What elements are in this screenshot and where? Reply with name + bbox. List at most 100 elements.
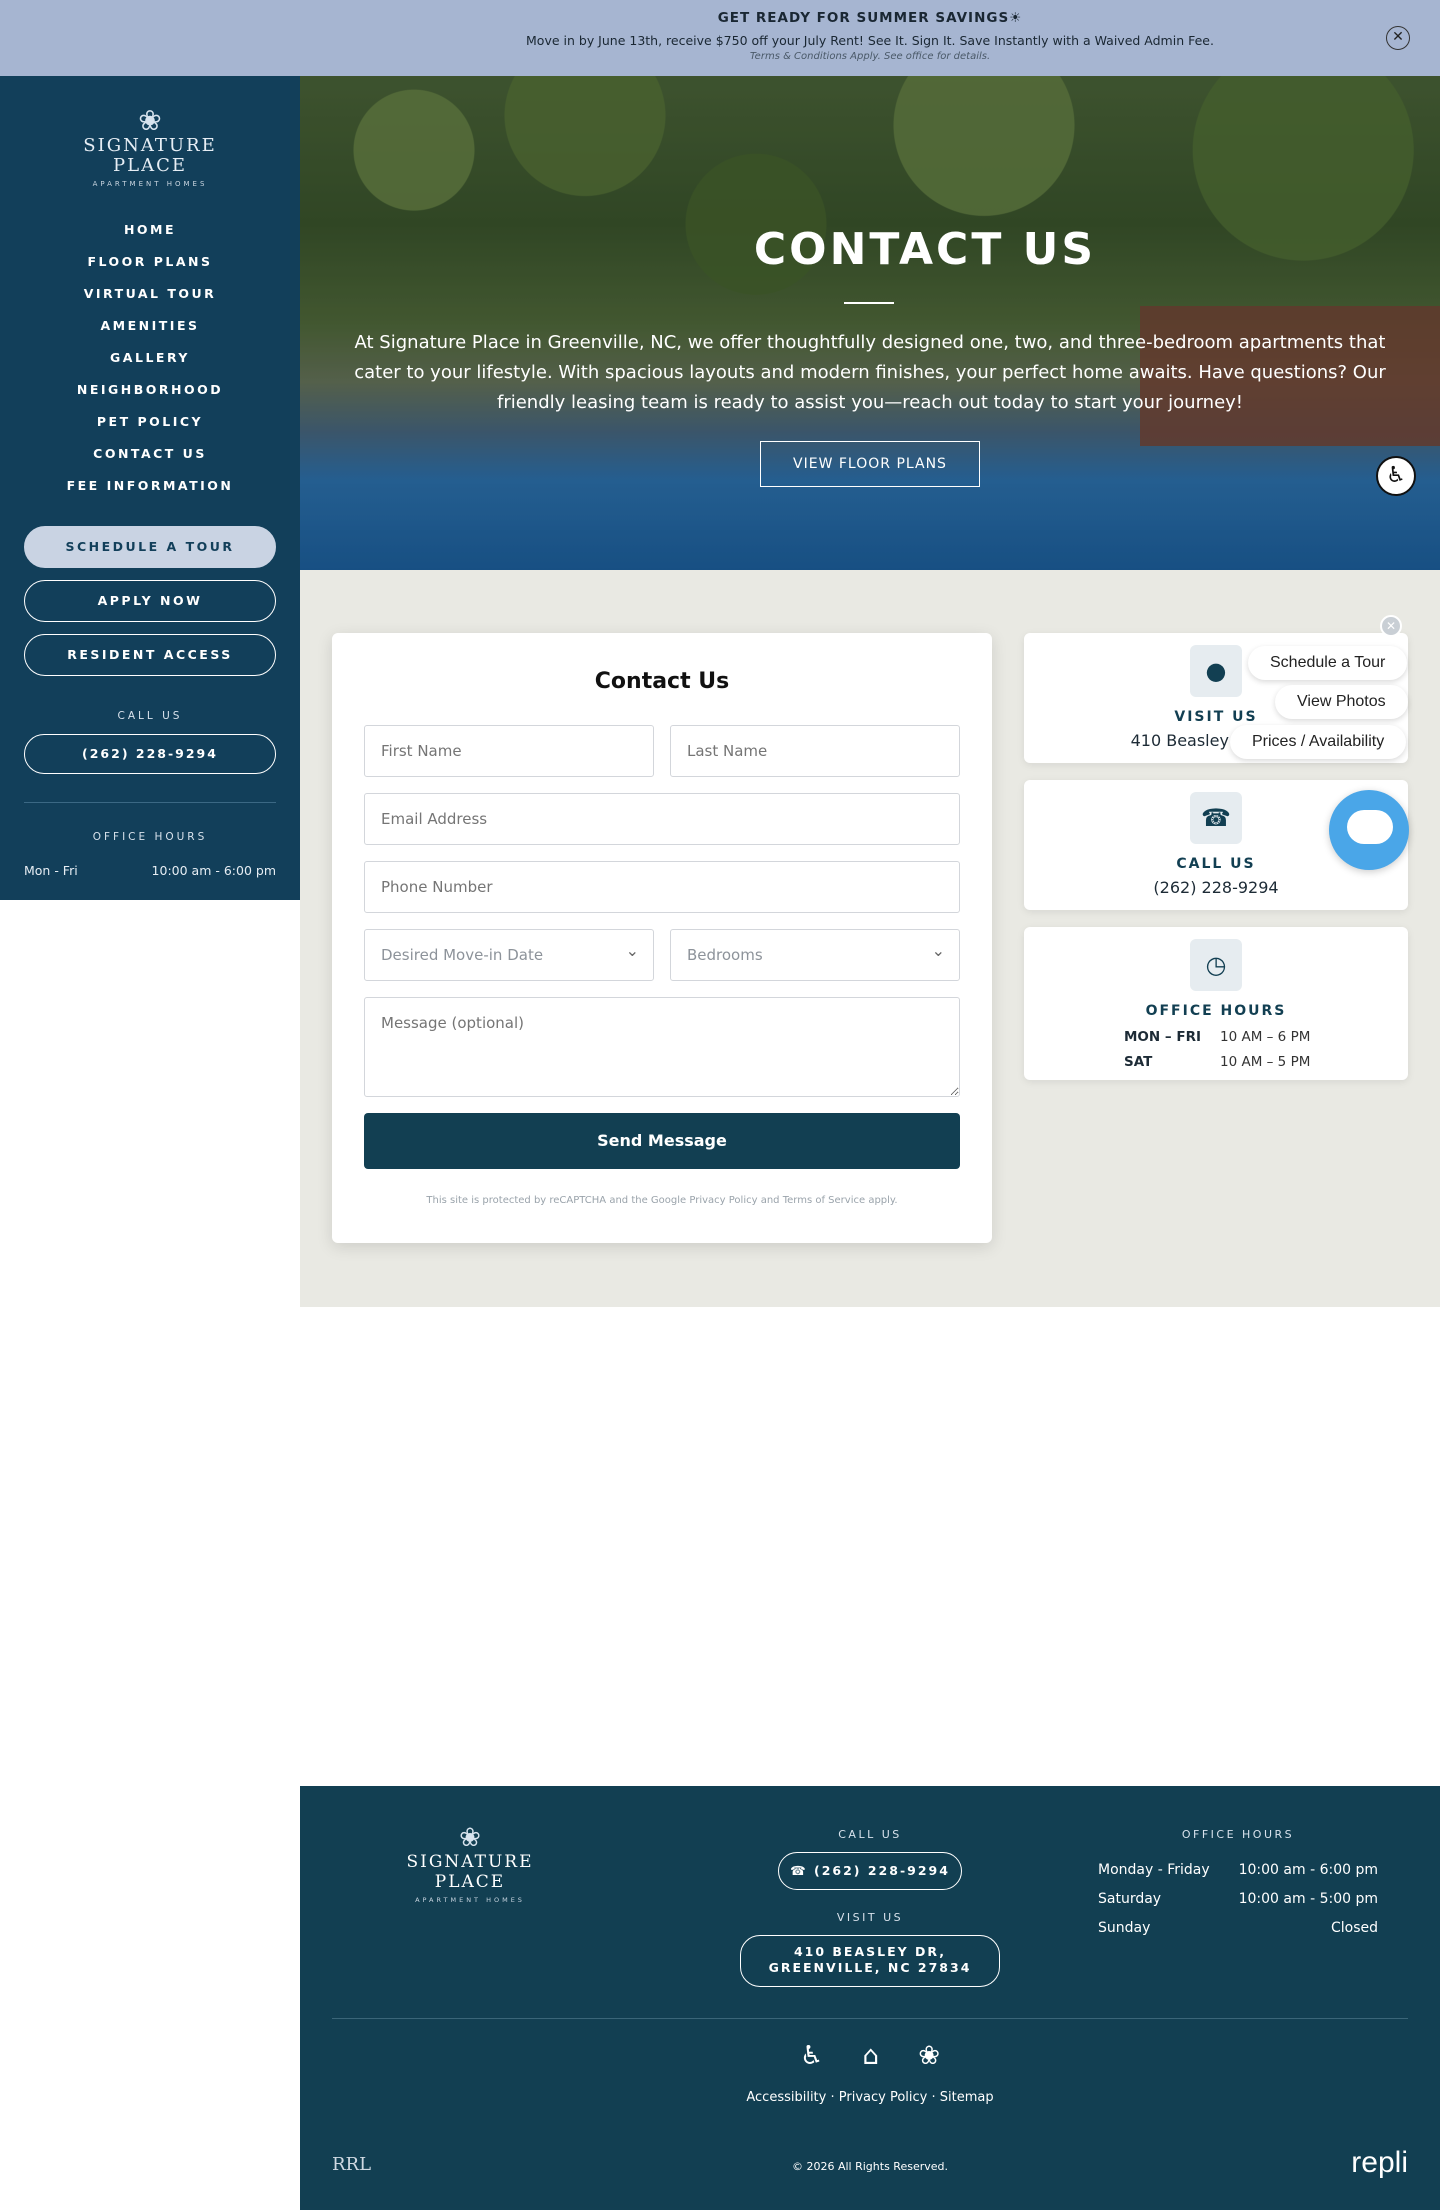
footer-visit-label: VISIT US xyxy=(836,1911,904,1924)
repli-logo[interactable]: repli xyxy=(1351,2146,1408,2180)
nav-contact-us[interactable]: CONTACT US xyxy=(0,438,300,470)
hero-overlay xyxy=(300,76,1440,570)
footer-logo-line2: PLACE xyxy=(434,1872,506,1892)
footer-links: Accessibility · Privacy Policy · Sitemap xyxy=(300,2090,1440,2105)
footer-phone-text: (262) 228-9294 xyxy=(813,1863,950,1878)
resident-access-button[interactable]: RESIDENT ACCESS xyxy=(24,634,276,676)
move-in-date-select[interactable]: Desired Move-in Date xyxy=(364,926,654,981)
footer-lotus-icon: ❀ xyxy=(459,1823,481,1853)
footer: ❀ SIGNATURE PLACE APARTMENT HOMES CALL U… xyxy=(300,1786,1440,2210)
view-floor-plans-button[interactable]: VIEW FLOOR PLANS xyxy=(760,441,980,487)
footer-hours-day: Monday - Friday xyxy=(1098,1862,1210,1878)
wheelchair-accessibility-icon: ♿ xyxy=(800,2041,824,2071)
footer-hours-row: Monday - Friday 10:00 am - 6:00 pm xyxy=(1098,1856,1378,1885)
footer-icons: ♿ ⌂ ❀ xyxy=(800,2041,940,2071)
office-hours-card-label: OFFICE HOURS xyxy=(1145,1003,1287,1019)
footer-address-button[interactable]: 410 BEASLEY DR, GREENVILLE, NC 27834 xyxy=(740,1935,1000,1987)
schedule-tour-button[interactable]: SCHEDULE A TOUR xyxy=(24,526,276,568)
logo-line1: SIGNATURE xyxy=(83,135,217,156)
privacy-policy-link[interactable]: Privacy Policy xyxy=(689,1195,757,1206)
footer-hours-row: Sunday Closed xyxy=(1098,1914,1378,1943)
nav-neighborhood[interactable]: NEIGHBORHOOD xyxy=(0,374,300,406)
privacy-policy-footer-link[interactable]: Privacy Policy xyxy=(839,2090,928,2105)
hours-row-day: SAT xyxy=(1124,1054,1153,1070)
call-us-card-phone[interactable]: (262) 228-9294 xyxy=(1024,878,1408,897)
recaptcha-apply: apply. xyxy=(868,1195,898,1206)
location-pin-icon: ● xyxy=(1190,645,1242,697)
footer-hours-day: Saturday xyxy=(1098,1891,1162,1907)
lotus-icon: ❀ xyxy=(138,104,162,137)
footer-address-line2: GREENVILLE, NC 27834 xyxy=(768,1960,972,1975)
hero-text: At Signature Place in Greenville, NC, we… xyxy=(354,332,1386,413)
footer-call-label: CALL US xyxy=(838,1828,902,1841)
sitemap-link[interactable]: Sitemap xyxy=(940,2090,994,2105)
nav-home[interactable]: HOME xyxy=(0,214,300,246)
footer-address-line1: 410 BEASLEY DR, xyxy=(793,1944,947,1959)
accessibility-icon[interactable]: ♿ xyxy=(1376,456,1416,496)
form-title: Contact Us xyxy=(594,669,730,694)
first-name-field[interactable] xyxy=(364,725,654,777)
office-hours-card: ◷ OFFICE HOURS MON – FRI 10 AM – 6 PM SA… xyxy=(1024,927,1408,1080)
phone-icon: ☎ xyxy=(1190,792,1242,844)
footer-hours-day: Sunday xyxy=(1098,1920,1151,1936)
apply-now-button[interactable]: APPLY NOW xyxy=(24,580,276,622)
schedule-tour-pill[interactable]: Schedule a Tour xyxy=(1248,646,1408,680)
phone-field[interactable] xyxy=(364,861,960,913)
hours-row-time: 10 AM – 6 PM xyxy=(1220,1029,1311,1045)
hours-day: Mon - Fri xyxy=(24,863,78,878)
contact-section: Contact Us Desired Move-in Date Bedrooms… xyxy=(300,570,1440,1307)
accessibility-link[interactable]: Accessibility xyxy=(746,2090,826,2105)
hours-row-day: MON – FRI xyxy=(1124,1029,1201,1045)
hero-title: CONTACT US xyxy=(753,224,1097,275)
footer-hours-time: Closed xyxy=(1330,1920,1378,1936)
sidebar-logo[interactable]: ❀ SIGNATURE PLACE APARTMENT HOMES xyxy=(0,76,300,189)
nav-virtual-tour[interactable]: VIRTUAL TOUR xyxy=(0,278,300,310)
footer-hours-label: OFFICE HOURS xyxy=(1181,1828,1295,1841)
last-name-field[interactable] xyxy=(670,725,960,777)
footer-phone-button[interactable]: ☎ (262) 228-9294 xyxy=(778,1852,962,1890)
nav-amenities[interactable]: AMENITIES xyxy=(0,310,300,342)
footer-hours-time: 10:00 am - 5:00 pm xyxy=(1238,1891,1378,1907)
footer-logo-tagline: APARTMENT HOMES xyxy=(415,1896,525,1904)
clock-icon: ◷ xyxy=(1190,939,1242,991)
banner-text: Move in by June 13th, receive $750 off y… xyxy=(526,33,1214,48)
sidebar: ❀ SIGNATURE PLACE APARTMENT HOMES HOME F… xyxy=(0,0,300,900)
footer-hours-row: Saturday 10:00 am - 5:00 pm xyxy=(1098,1885,1378,1914)
nav-floor-plans[interactable]: FLOOR PLANS xyxy=(0,246,300,278)
footer-logo[interactable]: ❀ SIGNATURE PLACE APARTMENT HOMES xyxy=(400,1824,540,1904)
bedrooms-select[interactable]: Bedrooms xyxy=(670,926,960,981)
sidebar-hours-row: Mon - Fri 10:00 am - 6:00 pm xyxy=(0,863,300,878)
sidebar-phone-button[interactable]: (262) 228-9294 xyxy=(24,734,276,774)
widget-close-icon[interactable]: ✕ xyxy=(1380,615,1402,637)
contact-form-card: Contact Us Desired Move-in Date Bedrooms… xyxy=(332,633,992,1243)
nav-pet-policy[interactable]: PET POLICY xyxy=(0,406,300,438)
message-field[interactable] xyxy=(364,997,960,1097)
hero: CONTACT US At Signature Place in Greenvi… xyxy=(300,76,1440,570)
promo-banner: GET READY FOR SUMMER SAVINGS☀ Move in by… xyxy=(300,0,1440,76)
prices-availability-pill[interactable]: Prices / Availability xyxy=(1230,725,1407,759)
recaptcha-text: This site is protected by reCAPTCHA and … xyxy=(426,1195,687,1206)
footer-hours-time: 10:00 am - 6:00 pm xyxy=(1238,1862,1378,1878)
copyright: © 2026 All Rights Reserved. xyxy=(791,2160,948,2173)
send-message-button[interactable]: Send Message xyxy=(364,1113,960,1169)
terms-of-service-link[interactable]: Terms of Service xyxy=(783,1195,865,1206)
chat-bubble-shape xyxy=(1347,810,1393,844)
close-icon[interactable]: ✕ xyxy=(1386,26,1410,50)
footer-divider xyxy=(332,2018,1408,2019)
hours-row-time: 10 AM – 5 PM xyxy=(1220,1054,1311,1070)
equal-housing-icon: ⌂ xyxy=(862,2041,880,2071)
logo-line2: PLACE xyxy=(113,155,187,176)
call-us-label: CALL US xyxy=(117,710,183,722)
hours-row: SAT 10 AM – 5 PM xyxy=(1024,1050,1408,1075)
sidebar-top-band xyxy=(0,0,300,76)
view-photos-pill[interactable]: View Photos xyxy=(1275,685,1408,719)
pet-paw-icon: ❀ xyxy=(918,2041,940,2071)
recaptcha-notice: This site is protected by reCAPTCHA and … xyxy=(364,1195,960,1206)
email-field[interactable] xyxy=(364,793,960,845)
footer-hours: Monday - Friday 10:00 am - 6:00 pm Saturd… xyxy=(1098,1856,1378,1943)
nav-fee-information[interactable]: FEE INFORMATION xyxy=(0,470,300,502)
chat-icon[interactable] xyxy=(1329,790,1409,870)
hours-row: MON – FRI 10 AM – 6 PM xyxy=(1024,1025,1408,1050)
nav-gallery[interactable]: GALLERY xyxy=(0,342,300,374)
link-separator: · xyxy=(927,2090,940,2105)
